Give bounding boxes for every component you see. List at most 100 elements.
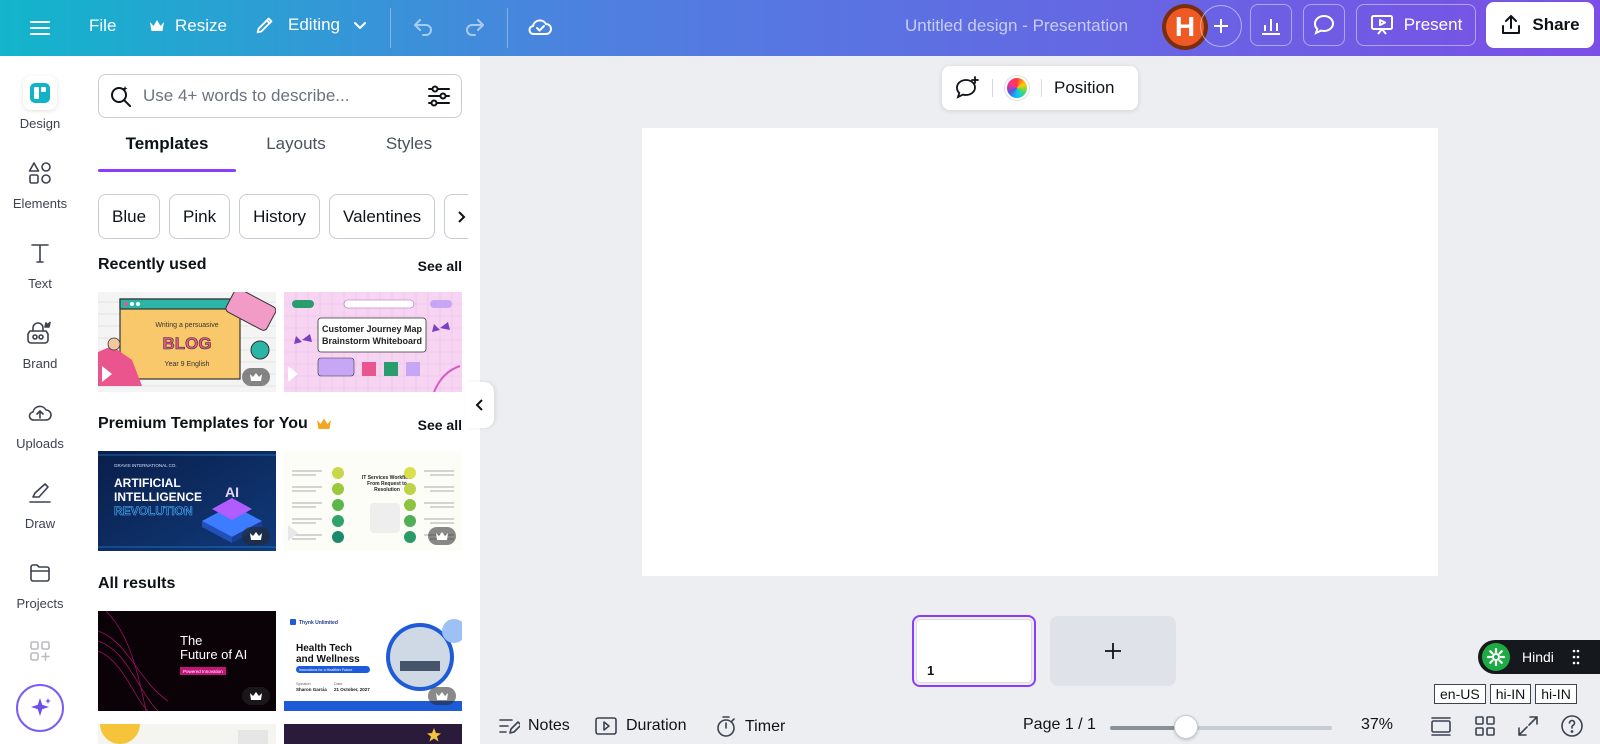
page-indicator-label: Page 1 / 1 bbox=[1023, 716, 1096, 733]
editing-label: Editing bbox=[288, 15, 340, 34]
zoom-slider-track[interactable] bbox=[1110, 726, 1332, 730]
duration-button[interactable]: Duration bbox=[594, 716, 686, 736]
rail-label-draw: Draw bbox=[24, 516, 56, 531]
comments-button[interactable] bbox=[1303, 4, 1345, 46]
future-line1: The bbox=[180, 633, 202, 648]
lang-tag-hi-in[interactable]: hi-IN bbox=[1489, 684, 1532, 704]
chip-blue[interactable]: Blue bbox=[98, 194, 161, 239]
pages-icon bbox=[1431, 717, 1451, 736]
present-label: Present bbox=[1403, 15, 1463, 34]
chip-valentines[interactable]: Valentines bbox=[329, 194, 436, 239]
timer-button[interactable]: Timer bbox=[715, 716, 785, 738]
add-comment-icon[interactable] bbox=[954, 76, 980, 100]
template-thumb-ai-revolution[interactable]: GRAVIS INTERNATIONAL CO. ARTIFICIAL INTE… bbox=[98, 451, 276, 551]
rail-label-elements: Elements bbox=[12, 196, 68, 211]
search-input[interactable] bbox=[143, 86, 427, 106]
text-icon bbox=[23, 236, 57, 270]
position-button[interactable]: Position bbox=[1054, 78, 1114, 98]
hamburger-menu-icon bbox=[30, 21, 50, 35]
ai-brand: GRAVIS INTERNATIONAL CO. bbox=[114, 463, 177, 468]
chevron-left-icon bbox=[475, 399, 483, 411]
language-widget[interactable]: Hindi bbox=[1478, 640, 1600, 674]
recently-used-see-all[interactable]: See all bbox=[418, 258, 462, 274]
template-thumb-it-workflow[interactable]: IT Services Workflow From Request to Res… bbox=[284, 451, 462, 551]
cloud-check-icon bbox=[528, 19, 552, 35]
plus-icon bbox=[1105, 643, 1121, 659]
file-menu-button[interactable]: File bbox=[89, 16, 116, 36]
divider bbox=[1041, 79, 1042, 97]
draw-icon bbox=[23, 476, 57, 510]
resize-button[interactable]: Resize bbox=[149, 16, 227, 36]
menu-button[interactable] bbox=[28, 16, 52, 40]
elements-icon bbox=[23, 156, 57, 190]
templates-panel: Templates Layouts Styles Blue Pink Histo… bbox=[80, 56, 480, 744]
magic-assistant-button[interactable] bbox=[16, 684, 64, 732]
notes-button[interactable]: Notes bbox=[498, 716, 570, 736]
template-thumb-blog[interactable]: Writing a persuasive BLOG Year 9 English bbox=[98, 292, 276, 392]
rail-item-brand[interactable]: Brand bbox=[0, 316, 80, 371]
rail-item-draw[interactable]: Draw bbox=[0, 476, 80, 531]
color-picker-icon[interactable] bbox=[1005, 76, 1029, 100]
add-collaborator-button[interactable] bbox=[1200, 5, 1242, 47]
editing-mode-dropdown[interactable]: Editing bbox=[254, 14, 368, 36]
add-page-button[interactable] bbox=[1050, 616, 1176, 686]
insights-button[interactable] bbox=[1250, 4, 1292, 46]
grid-view-button[interactable] bbox=[1473, 714, 1497, 738]
filter-sliders-icon[interactable] bbox=[427, 85, 451, 107]
rail-item-elements[interactable]: Elements bbox=[0, 156, 80, 211]
plus-icon bbox=[1214, 19, 1228, 33]
active-tab-indicator bbox=[98, 169, 236, 172]
template-thumb-customer-journey[interactable]: Customer Journey Map Brainstorm Whiteboa… bbox=[284, 292, 462, 392]
tab-styles[interactable]: Styles bbox=[356, 134, 462, 170]
rail-item-apps[interactable] bbox=[0, 634, 80, 668]
divider bbox=[390, 8, 391, 48]
zoom-level[interactable]: 37% bbox=[1361, 716, 1393, 734]
divider bbox=[507, 8, 508, 48]
template-thumb-partial-2[interactable] bbox=[284, 724, 462, 744]
fullscreen-button[interactable] bbox=[1516, 714, 1540, 738]
drag-handle-icon[interactable] bbox=[1572, 648, 1580, 666]
lang-tag-hi-in-2[interactable]: hi-IN bbox=[1535, 684, 1577, 704]
template-thumb-partial-1[interactable] bbox=[98, 724, 276, 744]
document-title[interactable]: Untitled design - Presentation bbox=[905, 16, 1128, 36]
share-button[interactable]: Share bbox=[1486, 2, 1594, 48]
pages-view-button[interactable] bbox=[1429, 714, 1453, 738]
zoom-level-label: 37% bbox=[1361, 716, 1394, 733]
template-thumb-health-tech[interactable]: Thynk Unlimited Health Tech and Wellness… bbox=[284, 611, 462, 711]
gear-icon[interactable] bbox=[1482, 643, 1510, 671]
chip-pink[interactable]: Pink bbox=[169, 194, 231, 239]
premium-crown-icon bbox=[242, 527, 270, 545]
help-button[interactable] bbox=[1560, 714, 1584, 738]
rail-item-text[interactable]: Text bbox=[0, 236, 80, 291]
chips-next-button[interactable] bbox=[444, 194, 469, 239]
journey-title1: Customer Journey Map bbox=[322, 324, 423, 334]
lang-tag-en-us[interactable]: en-US bbox=[1434, 684, 1486, 704]
tab-templates[interactable]: Templates bbox=[98, 134, 236, 170]
health-line2: and Wellness bbox=[296, 654, 360, 665]
slide-canvas[interactable] bbox=[642, 128, 1438, 576]
redo-icon bbox=[466, 19, 484, 36]
tab-layouts[interactable]: Layouts bbox=[236, 134, 356, 170]
timer-label: Timer bbox=[745, 718, 786, 735]
present-button[interactable]: Present bbox=[1356, 4, 1476, 46]
chip-history[interactable]: History bbox=[239, 194, 321, 239]
save-status-button[interactable] bbox=[527, 15, 553, 39]
all-results-heading: All results bbox=[98, 575, 176, 592]
rail-item-projects[interactable]: Projects bbox=[0, 556, 80, 611]
page-thumbnail-preview: 1 bbox=[916, 619, 1032, 683]
collapse-panel-button[interactable] bbox=[466, 382, 494, 428]
chevron-down-icon bbox=[353, 22, 366, 29]
share-upload-icon bbox=[1502, 15, 1521, 34]
rail-item-design[interactable]: Design bbox=[0, 76, 80, 131]
uploads-icon bbox=[23, 396, 57, 430]
divider bbox=[992, 79, 993, 97]
rail-item-uploads[interactable]: Uploads bbox=[0, 396, 80, 451]
redo-button[interactable] bbox=[463, 16, 487, 40]
crown-icon bbox=[150, 20, 164, 31]
undo-button[interactable] bbox=[411, 16, 435, 40]
page-indicator[interactable]: Page 1 / 1 bbox=[1023, 716, 1096, 734]
premium-see-all[interactable]: See all bbox=[418, 417, 462, 433]
page-thumbnail-1[interactable]: 1 bbox=[912, 615, 1036, 687]
expand-icon bbox=[1518, 716, 1538, 736]
template-thumb-future-of-ai[interactable]: The Future of AI Powered Innovation bbox=[98, 611, 276, 711]
